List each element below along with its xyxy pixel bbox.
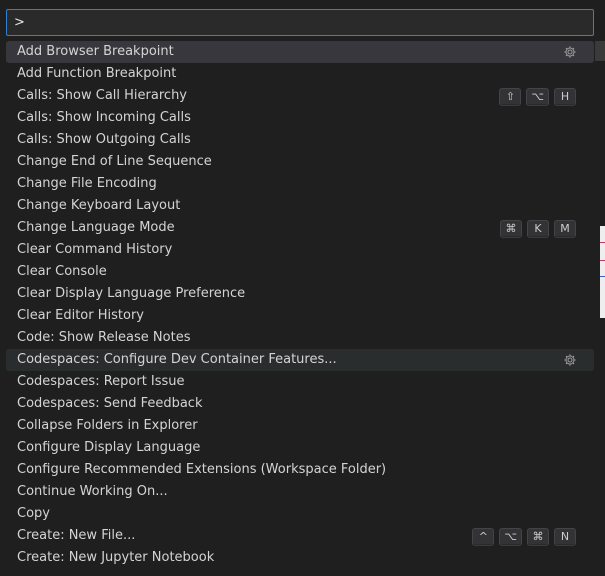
command-list: Add Browser Breakpoint Add Function Break… — [6, 41, 594, 576]
keybinding-key: ⇧ — [499, 88, 522, 106]
command-item[interactable]: Continue Working On... — [6, 481, 594, 503]
command-item[interactable]: Configure Display Language — [6, 437, 594, 459]
editor-edge-mark — [600, 260, 605, 261]
command-item-label: Copy — [17, 506, 50, 521]
gear-icon[interactable] — [562, 352, 578, 368]
command-item[interactable]: Clear Editor History — [6, 305, 594, 327]
command-item[interactable]: Create: New File... ^ ⌥ ⌘ N — [6, 525, 594, 547]
command-item[interactable]: Codespaces: Configure Dev Container Feat… — [6, 349, 594, 371]
command-item-label: Calls: Show Incoming Calls — [17, 110, 191, 125]
command-item[interactable]: Code: Show Release Notes — [6, 327, 594, 349]
command-item-label: Calls: Show Outgoing Calls — [17, 132, 191, 147]
command-item[interactable]: Change Keyboard Layout — [6, 195, 594, 217]
command-item-label: Clear Console — [17, 264, 107, 279]
keybinding-key: K — [527, 220, 549, 238]
keybinding: ^ ⌥ ⌘ N — [472, 528, 576, 546]
command-palette: Add Browser Breakpoint Add Function Break… — [0, 0, 605, 576]
command-input-box[interactable] — [6, 9, 594, 36]
command-item-label: Calls: Show Call Hierarchy — [17, 88, 187, 103]
keybinding-key: ^ — [472, 528, 495, 546]
command-item-label: Codespaces: Send Feedback — [17, 396, 203, 411]
gear-icon[interactable] — [562, 44, 578, 60]
command-item-label: Change File Encoding — [17, 176, 157, 191]
command-item-label: Codespaces: Configure Dev Container Feat… — [17, 352, 337, 367]
keybinding-key: H — [554, 88, 576, 106]
command-item-label: Clear Editor History — [17, 308, 144, 323]
command-item[interactable]: Change Language Mode ⌘ K M — [6, 217, 594, 239]
command-item-label: Clear Display Language Preference — [17, 286, 246, 301]
command-item-label: Code: Show Release Notes — [17, 330, 191, 345]
keybinding-key: ⌘ — [500, 220, 522, 238]
command-item-label: Create: New Jupyter Notebook — [17, 550, 215, 565]
keybinding-key: ⌥ — [526, 88, 549, 106]
command-item[interactable]: Configure Recommended Extensions (Worksp… — [6, 459, 594, 481]
command-item-label: Change Language Mode — [17, 220, 175, 235]
command-item-label: Codespaces: Report Issue — [17, 374, 185, 389]
command-item-label: Create: New File... — [17, 528, 136, 543]
command-item-label: Configure Recommended Extensions (Worksp… — [17, 462, 387, 477]
command-item-label: Change End of Line Sequence — [17, 154, 212, 169]
command-item-label: Collapse Folders in Explorer — [17, 418, 198, 433]
command-item-label: Continue Working On... — [17, 484, 168, 499]
command-item[interactable]: Copy — [6, 503, 594, 525]
command-item-label: Change Keyboard Layout — [17, 198, 181, 213]
command-item-label: Add Function Breakpoint — [17, 66, 177, 81]
keybinding-key: M — [554, 220, 576, 238]
command-item[interactable]: Change File Encoding — [6, 173, 594, 195]
command-item[interactable]: Clear Command History — [6, 239, 594, 261]
keybinding: ⌘ K M — [500, 220, 576, 238]
command-item[interactable]: Change End of Line Sequence — [6, 151, 594, 173]
command-item[interactable]: Calls: Show Incoming Calls — [6, 107, 594, 129]
command-item[interactable]: Calls: Show Call Hierarchy ⇧ ⌥ H — [6, 85, 594, 107]
keybinding-key: N — [554, 528, 576, 546]
command-item[interactable]: Clear Display Language Preference — [6, 283, 594, 305]
command-item-label: Configure Display Language — [17, 440, 201, 455]
editor-edge — [600, 226, 605, 318]
command-item[interactable]: Clear Console — [6, 261, 594, 283]
command-item[interactable]: Add Browser Breakpoint — [6, 41, 594, 63]
command-item[interactable]: Collapse Folders in Explorer — [6, 415, 594, 437]
command-item-label: Clear Command History — [17, 242, 173, 257]
command-item[interactable]: Calls: Show Outgoing Calls — [6, 129, 594, 151]
keybinding: ⇧ ⌥ H — [499, 88, 576, 106]
scrollbar-thumb[interactable] — [595, 41, 605, 61]
command-input[interactable] — [7, 10, 593, 35]
command-item-label: Add Browser Breakpoint — [17, 44, 174, 59]
keybinding-key: ⌥ — [499, 528, 522, 546]
editor-edge-mark — [600, 242, 605, 243]
command-item[interactable]: Codespaces: Report Issue — [6, 371, 594, 393]
keybinding-key: ⌘ — [527, 528, 549, 546]
command-item[interactable]: Add Function Breakpoint — [6, 63, 594, 85]
command-item[interactable]: Create: New Jupyter Notebook — [6, 547, 594, 569]
editor-edge-mark — [600, 276, 605, 277]
command-item[interactable]: Codespaces: Send Feedback — [6, 393, 594, 415]
